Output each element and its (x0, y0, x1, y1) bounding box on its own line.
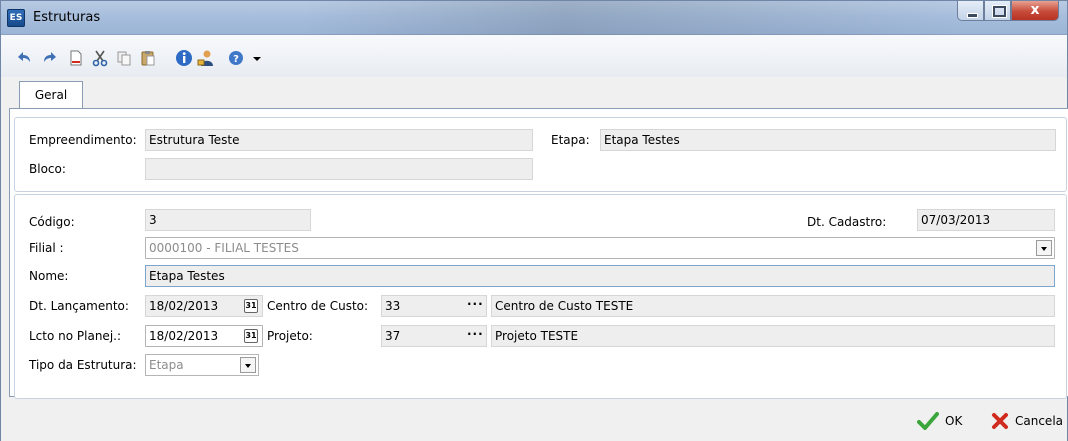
window-controls: x (957, 1, 1059, 21)
estruturas-window: ES Estruturas x ? Geral Empreendimento: … (0, 0, 1068, 441)
cancel-button[interactable]: Cancela (991, 411, 1063, 431)
nome-field[interactable]: Etapa Testes (145, 265, 1055, 287)
projeto-lookup-button[interactable]: ··· (467, 327, 484, 341)
lcto-planej-label: Lcto no Planej.: (29, 329, 122, 343)
ok-button[interactable]: OK (917, 411, 962, 431)
ok-label: OK (945, 414, 963, 428)
filial-select[interactable]: 0000100 - FILIAL TESTES (145, 237, 1055, 259)
tab-content-geral: Empreendimento: Estrutura Teste Etapa: E… (9, 108, 1068, 399)
minimize-button[interactable] (957, 1, 984, 21)
filial-dropdown-icon[interactable] (1036, 240, 1052, 256)
group-empreendimento: Empreendimento: Estrutura Teste Etapa: E… (14, 117, 1067, 192)
redo-icon[interactable] (41, 49, 59, 67)
tipo-estrutura-select[interactable]: Etapa (145, 354, 259, 376)
dt-lancamento-value: 18/02/2013 (149, 299, 219, 313)
filial-selected-value: 0000100 - FILIAL TESTES (149, 241, 299, 255)
dialog-footer: OK Cancela (1, 399, 1067, 441)
empreendimento-field[interactable]: Estrutura Teste (145, 129, 533, 151)
dt-lancamento-field[interactable]: 18/02/2013 31 (145, 295, 263, 317)
copy-icon[interactable] (115, 49, 133, 67)
calendar-icon[interactable]: 31 (244, 329, 258, 343)
tipo-estrutura-label: Tipo da Estrutura: (29, 358, 137, 372)
tipo-estrutura-dropdown-icon[interactable] (240, 357, 256, 373)
centro-custo-label: Centro de Custo: (267, 299, 369, 313)
cancel-x-icon (992, 413, 1008, 429)
bloco-label: Bloco: (29, 162, 66, 176)
group-dados-etapa: Código: 3 Dt. Cadastro: 07/03/2013 Filia… (14, 194, 1067, 399)
nome-label: Nome: (29, 269, 69, 283)
info-icon[interactable] (175, 49, 193, 67)
cut-icon[interactable] (91, 49, 109, 67)
codigo-label: Código: (29, 215, 75, 229)
check-icon (917, 412, 939, 430)
centro-custo-lookup-button[interactable]: ··· (467, 297, 484, 311)
calendar-icon[interactable]: 31 (244, 299, 258, 313)
svg-text:?: ? (233, 54, 239, 65)
paste-icon[interactable] (139, 49, 157, 67)
new-document-icon[interactable] (67, 49, 85, 67)
close-button[interactable]: x (1011, 1, 1059, 21)
lcto-planej-field[interactable]: 18/02/2013 31 (145, 325, 263, 347)
window-title: Estruturas (33, 10, 101, 25)
tipo-estrutura-selected-value: Etapa (149, 358, 184, 372)
tab-geral[interactable]: Geral (19, 81, 83, 110)
toolbar: ? (1, 35, 1067, 77)
bloco-field[interactable] (145, 158, 533, 180)
maximize-button[interactable] (984, 1, 1011, 21)
projeto-label: Projeto: (267, 329, 313, 343)
app-icon: ES (7, 9, 25, 27)
etapa-field[interactable]: Etapa Testes (600, 129, 1056, 151)
centro-custo-desc-field[interactable]: Centro de Custo TESTE (491, 295, 1055, 317)
user-lock-icon[interactable] (197, 49, 215, 67)
dropdown-arrow-icon[interactable] (248, 49, 261, 67)
tab-strip: Geral (1, 77, 1067, 110)
codigo-field[interactable]: 3 (145, 209, 311, 231)
dt-cadastro-field[interactable]: 07/03/2013 (917, 209, 1055, 231)
projeto-desc-field[interactable]: Projeto TESTE (491, 325, 1055, 347)
help-icon[interactable]: ? (227, 49, 245, 67)
lcto-planej-value: 18/02/2013 (149, 329, 219, 343)
dt-cadastro-label: Dt. Cadastro: (807, 215, 887, 229)
empreendimento-label: Empreendimento: (29, 133, 137, 147)
filial-label: Filial : (29, 241, 64, 255)
dt-lancamento-label: Dt. Lançamento: (29, 299, 129, 313)
undo-icon[interactable] (15, 49, 33, 67)
title-bar[interactable]: ES Estruturas x (1, 1, 1067, 35)
cancel-label: Cancela (1015, 414, 1064, 428)
etapa-label: Etapa: (551, 133, 590, 147)
